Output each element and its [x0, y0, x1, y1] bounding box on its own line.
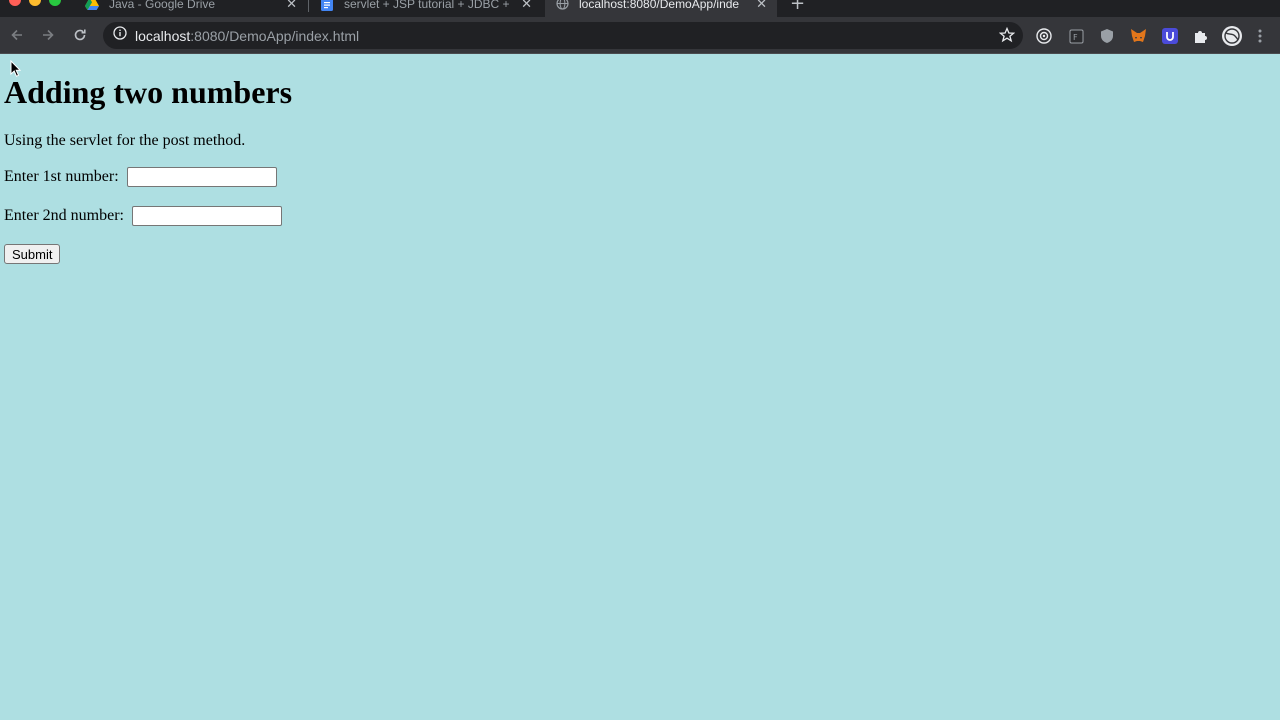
tab-title: Java - Google Drive: [109, 0, 216, 11]
extensions-puzzle-icon[interactable]: [1190, 25, 1212, 47]
first-number-input[interactable]: [126, 167, 277, 187]
window-minimize-button[interactable]: [29, 0, 41, 6]
tab-close-icon[interactable]: ✕: [521, 0, 532, 12]
window-close-button[interactable]: [9, 0, 21, 6]
url-path: :8080/DemoApp/index.html: [190, 27, 360, 44]
new-tab-plus-icon[interactable]: +: [790, 0, 805, 14]
address-bar[interactable]: localhost:8080/DemoApp/index.html: [103, 22, 1023, 49]
tab-close-icon[interactable]: ✕: [756, 0, 767, 12]
browser-toolbar: localhost:8080/DemoApp/index.html F: [0, 17, 1280, 54]
second-number-input[interactable]: [131, 206, 282, 226]
tab-title: servlet + JSP tutorial + JDBC + ...: [344, 0, 512, 11]
window-maximize-button[interactable]: [49, 0, 61, 6]
first-number-row: Enter 1st number:: [4, 166, 1276, 188]
tab-servlet-doc[interactable]: servlet + JSP tutorial + JDBC + ... ✕: [310, 0, 542, 17]
bookmark-star-icon[interactable]: [998, 26, 1016, 48]
tab-strip: Java - Google Drive ✕ servlet + JSP tuto…: [0, 0, 1280, 17]
tab-title: localhost:8080/DemoApp/inde: [579, 0, 740, 11]
svg-text:F: F: [1073, 33, 1078, 42]
reload-icon[interactable]: [70, 25, 90, 45]
browser-menu-kebab-icon[interactable]: [1253, 25, 1267, 47]
submit-button[interactable]: Submit: [4, 244, 61, 264]
first-number-label: Enter 1st number:: [4, 168, 123, 185]
shield-extension-icon[interactable]: [1096, 25, 1118, 47]
globe-icon: [555, 0, 569, 11]
google-drive-icon: [85, 0, 99, 11]
reader-extension-icon[interactable]: F: [1065, 25, 1087, 47]
profile-avatar-icon[interactable]: [1221, 25, 1243, 47]
page-content: Adding two numbers Using the servlet for…: [0, 55, 1280, 720]
page-heading: Adding two numbers: [4, 74, 293, 110]
google-docs-icon: [320, 0, 334, 11]
tab-divider: [308, 0, 309, 12]
second-number-row: Enter 2nd number:: [4, 205, 1276, 227]
tab-google-drive[interactable]: Java - Google Drive ✕: [75, 0, 307, 17]
second-number-label: Enter 2nd number:: [4, 207, 128, 224]
site-info-icon[interactable]: [113, 26, 127, 45]
forward-arrow-icon[interactable]: [38, 25, 58, 45]
metamask-fox-icon[interactable]: [1127, 25, 1149, 47]
url-text: localhost:8080/DemoApp/index.html: [135, 28, 359, 44]
mouse-cursor-icon: [10, 60, 22, 77]
back-arrow-icon[interactable]: [7, 25, 27, 45]
page-description: Using the servlet for the post method.: [4, 132, 246, 149]
tab-close-icon[interactable]: ✕: [286, 0, 297, 12]
target-extension-icon[interactable]: [1033, 25, 1055, 47]
url-host: localhost: [135, 27, 191, 44]
tab-localhost[interactable]: localhost:8080/DemoApp/inde ✕: [545, 0, 777, 17]
purple-extension-icon[interactable]: [1159, 25, 1181, 47]
